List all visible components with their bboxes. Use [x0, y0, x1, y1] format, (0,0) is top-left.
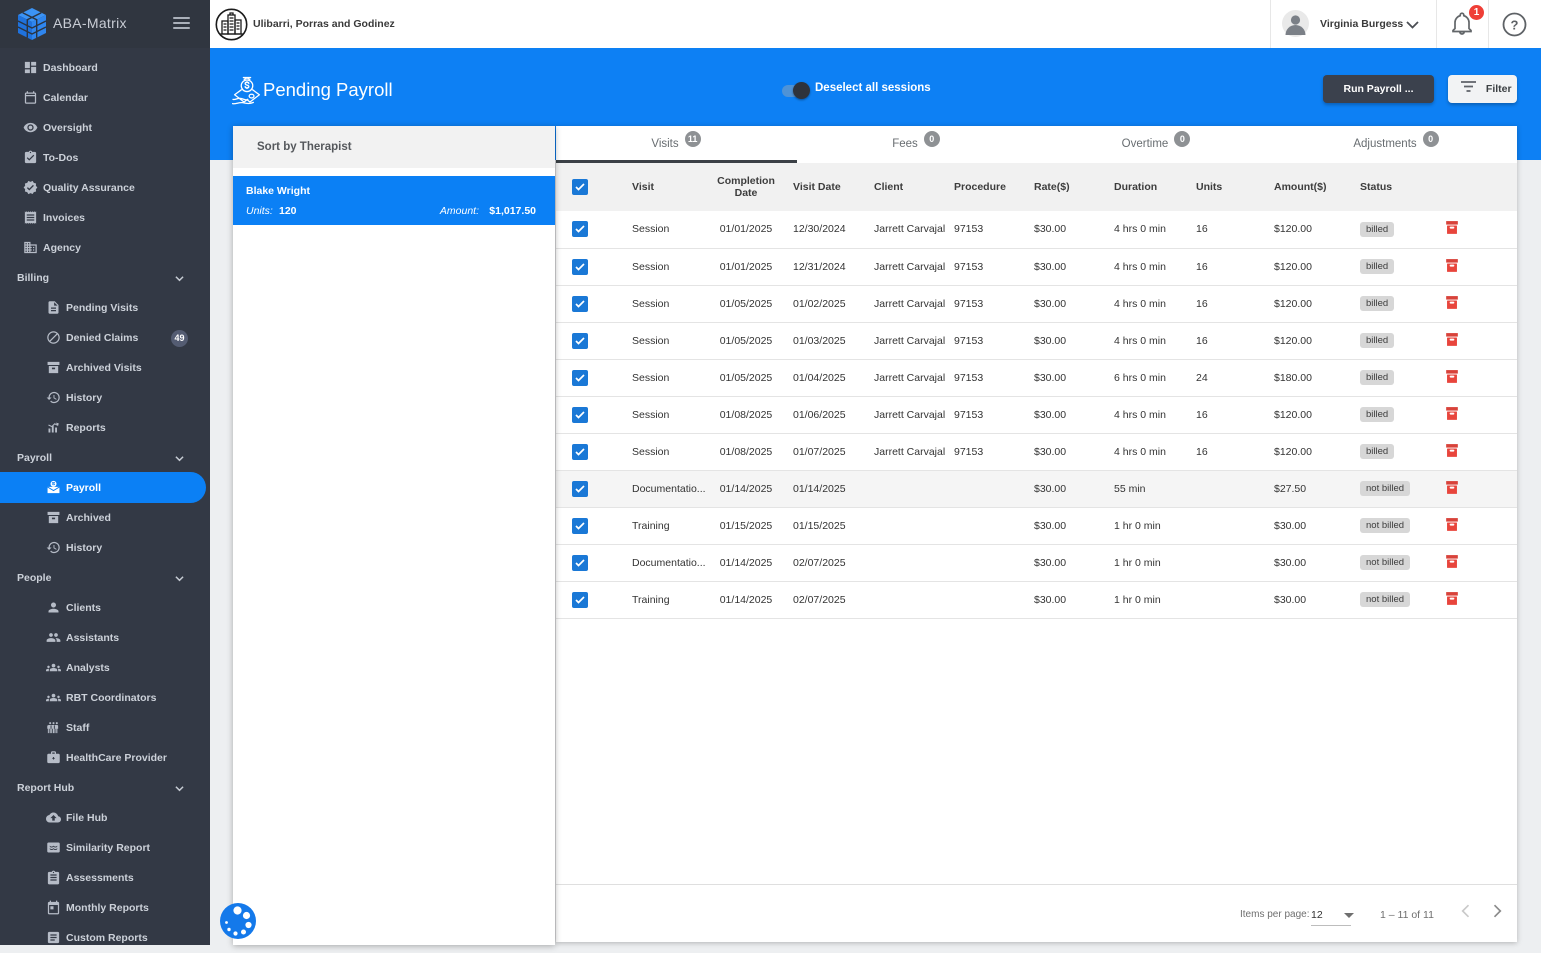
svg-text:?: ?	[1511, 18, 1519, 33]
